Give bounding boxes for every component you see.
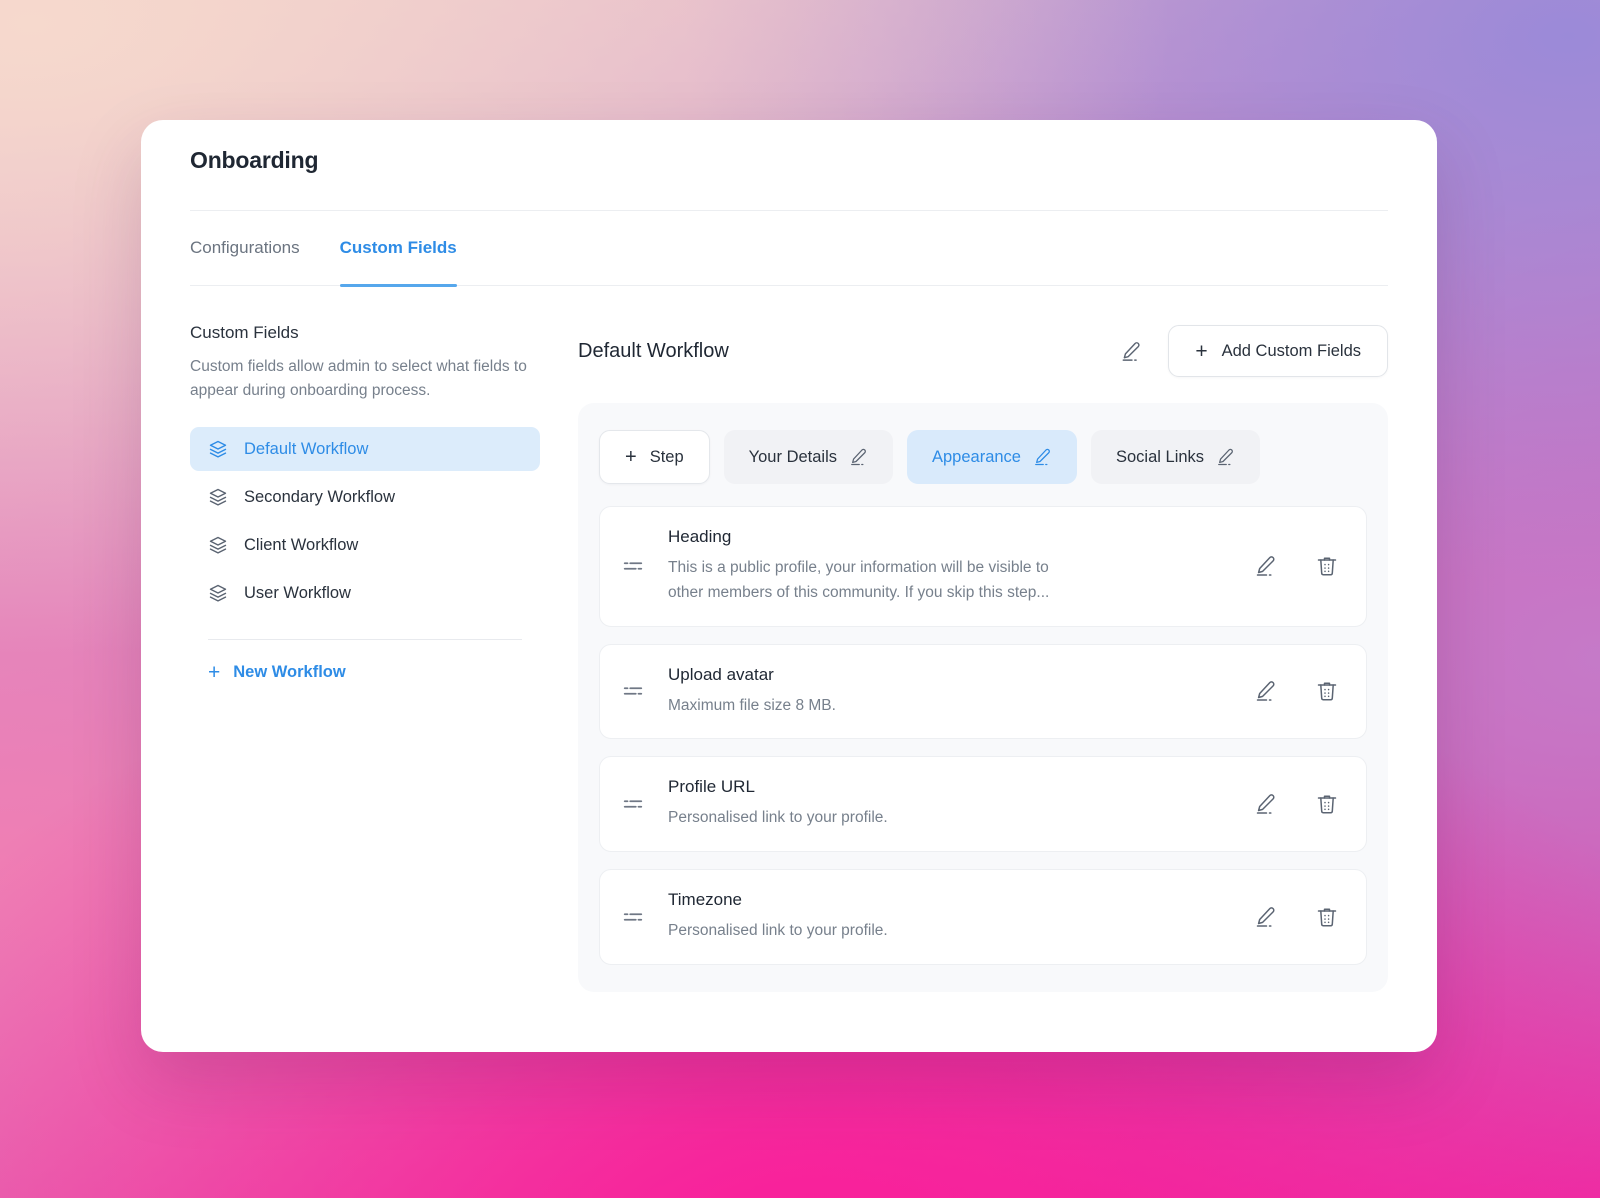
pencil-edit-icon [1119, 340, 1142, 363]
add-custom-fields-button[interactable]: + Add Custom Fields [1168, 325, 1388, 377]
plus-icon: + [625, 446, 637, 468]
layers-icon [208, 583, 228, 603]
sidebar-item-label: Default Workflow [244, 439, 369, 458]
sidebar-item-user-workflow[interactable]: User Workflow [190, 571, 540, 615]
trash-icon[interactable] [1314, 904, 1340, 930]
tab-bar: Configurations Custom Fields [190, 211, 1388, 287]
field-description: Personalised link to your profile. [668, 809, 888, 827]
add-custom-fields-label: Add Custom Fields [1221, 341, 1361, 360]
drag-handle-icon[interactable] [622, 906, 644, 928]
field-actions [1252, 791, 1340, 817]
plus-icon: + [208, 661, 221, 685]
step-tab-your-details[interactable]: Your Details [723, 430, 893, 484]
pencil-edit-icon[interactable] [1252, 904, 1278, 930]
left-panel: Custom Fields Custom fields allow admin … [190, 323, 540, 1052]
step-tab-appearance[interactable]: Appearance [907, 430, 1077, 484]
pencil-edit-icon[interactable] [1215, 447, 1235, 467]
body-split: Custom Fields Custom fields allow admin … [190, 286, 1388, 1052]
step-tab-label: Appearance [932, 447, 1021, 466]
pencil-edit-icon[interactable] [1032, 447, 1052, 467]
trash-icon[interactable] [1314, 553, 1340, 579]
drag-handle-icon[interactable] [622, 793, 644, 815]
sidebar-item-label: Client Workflow [244, 535, 359, 554]
sidebar-item-secondary-workflow[interactable]: Secondary Workflow [190, 475, 540, 519]
workflow-builder-panel: + Step Your Details Appearance Social Li… [578, 403, 1388, 992]
add-step-button[interactable]: + Step [599, 430, 710, 484]
layers-icon [208, 487, 228, 507]
pencil-edit-icon[interactable] [1252, 678, 1278, 704]
field-actions [1252, 678, 1340, 704]
plus-icon: + [1195, 339, 1208, 363]
field-title: Profile URL [668, 777, 755, 797]
field-actions [1252, 553, 1340, 579]
steps-row: + Step Your Details Appearance Social Li… [599, 430, 1367, 484]
layers-icon [208, 439, 228, 459]
field-card: Upload avatar Maximum file size 8 MB. [599, 643, 1367, 740]
pencil-edit-icon[interactable] [1252, 553, 1278, 579]
sidebar-item-client-workflow[interactable]: Client Workflow [190, 523, 540, 567]
trash-icon[interactable] [1314, 678, 1340, 704]
right-panel: Default Workflow + Add Custom Fields + S… [578, 323, 1388, 1052]
tab-custom-fields[interactable]: Custom Fields [339, 211, 457, 287]
field-text: Upload avatar Maximum file size 8 MB. [668, 665, 1226, 719]
workflow-list: Default Workflow Secondary Workflow Clie… [190, 427, 540, 619]
drag-handle-icon[interactable] [622, 555, 644, 577]
edit-workflow-title-button[interactable] [1113, 334, 1147, 368]
step-tab-social-links[interactable]: Social Links [1091, 430, 1261, 484]
field-description: Personalised link to your profile. [668, 922, 888, 940]
left-panel-description: Custom fields allow admin to select what… [190, 358, 527, 400]
app-card: Onboarding Configurations Custom Fields … [141, 120, 1437, 1052]
drag-handle-icon[interactable] [622, 680, 644, 702]
field-title: Timezone [668, 890, 743, 910]
layers-icon [208, 535, 228, 555]
field-card: Heading This is a public profile, your i… [599, 506, 1367, 627]
field-text: Heading This is a public profile, your i… [668, 527, 1226, 606]
sidebar-item-label: User Workflow [244, 583, 351, 602]
pencil-edit-icon[interactable] [848, 447, 868, 467]
trash-icon[interactable] [1314, 791, 1340, 817]
tab-custom-fields-label: Custom Fields [339, 238, 457, 257]
pencil-edit-icon[interactable] [1252, 791, 1278, 817]
page-title: Onboarding [190, 147, 319, 173]
right-panel-header: Default Workflow + Add Custom Fields [578, 323, 1388, 379]
tab-configurations[interactable]: Configurations [190, 211, 300, 286]
field-card: Timezone Personalised link to your profi… [599, 869, 1367, 965]
field-text: Timezone Personalised link to your profi… [668, 890, 1226, 944]
field-title: Heading [668, 527, 732, 546]
tab-configurations-label: Configurations [190, 238, 300, 257]
field-description: This is a public profile, your informati… [668, 559, 1050, 601]
workflow-title: Default Workflow [578, 339, 729, 362]
new-workflow-button[interactable]: + New Workflow [190, 640, 540, 683]
sidebar-item-label: Secondary Workflow [244, 487, 396, 506]
field-text: Profile URL Personalised link to your pr… [668, 777, 1226, 831]
field-title: Upload avatar [668, 664, 774, 684]
step-tab-label: Social Links [1116, 447, 1205, 466]
new-workflow-label: New Workflow [233, 663, 346, 682]
add-step-label: Step [649, 447, 684, 466]
left-panel-title: Custom Fields [190, 323, 299, 342]
field-actions [1252, 904, 1340, 930]
field-description: Maximum file size 8 MB. [668, 696, 836, 714]
field-card: Profile URL Personalised link to your pr… [599, 756, 1367, 853]
sidebar-item-default-workflow[interactable]: Default Workflow [190, 427, 540, 472]
step-tab-label: Your Details [748, 447, 837, 466]
